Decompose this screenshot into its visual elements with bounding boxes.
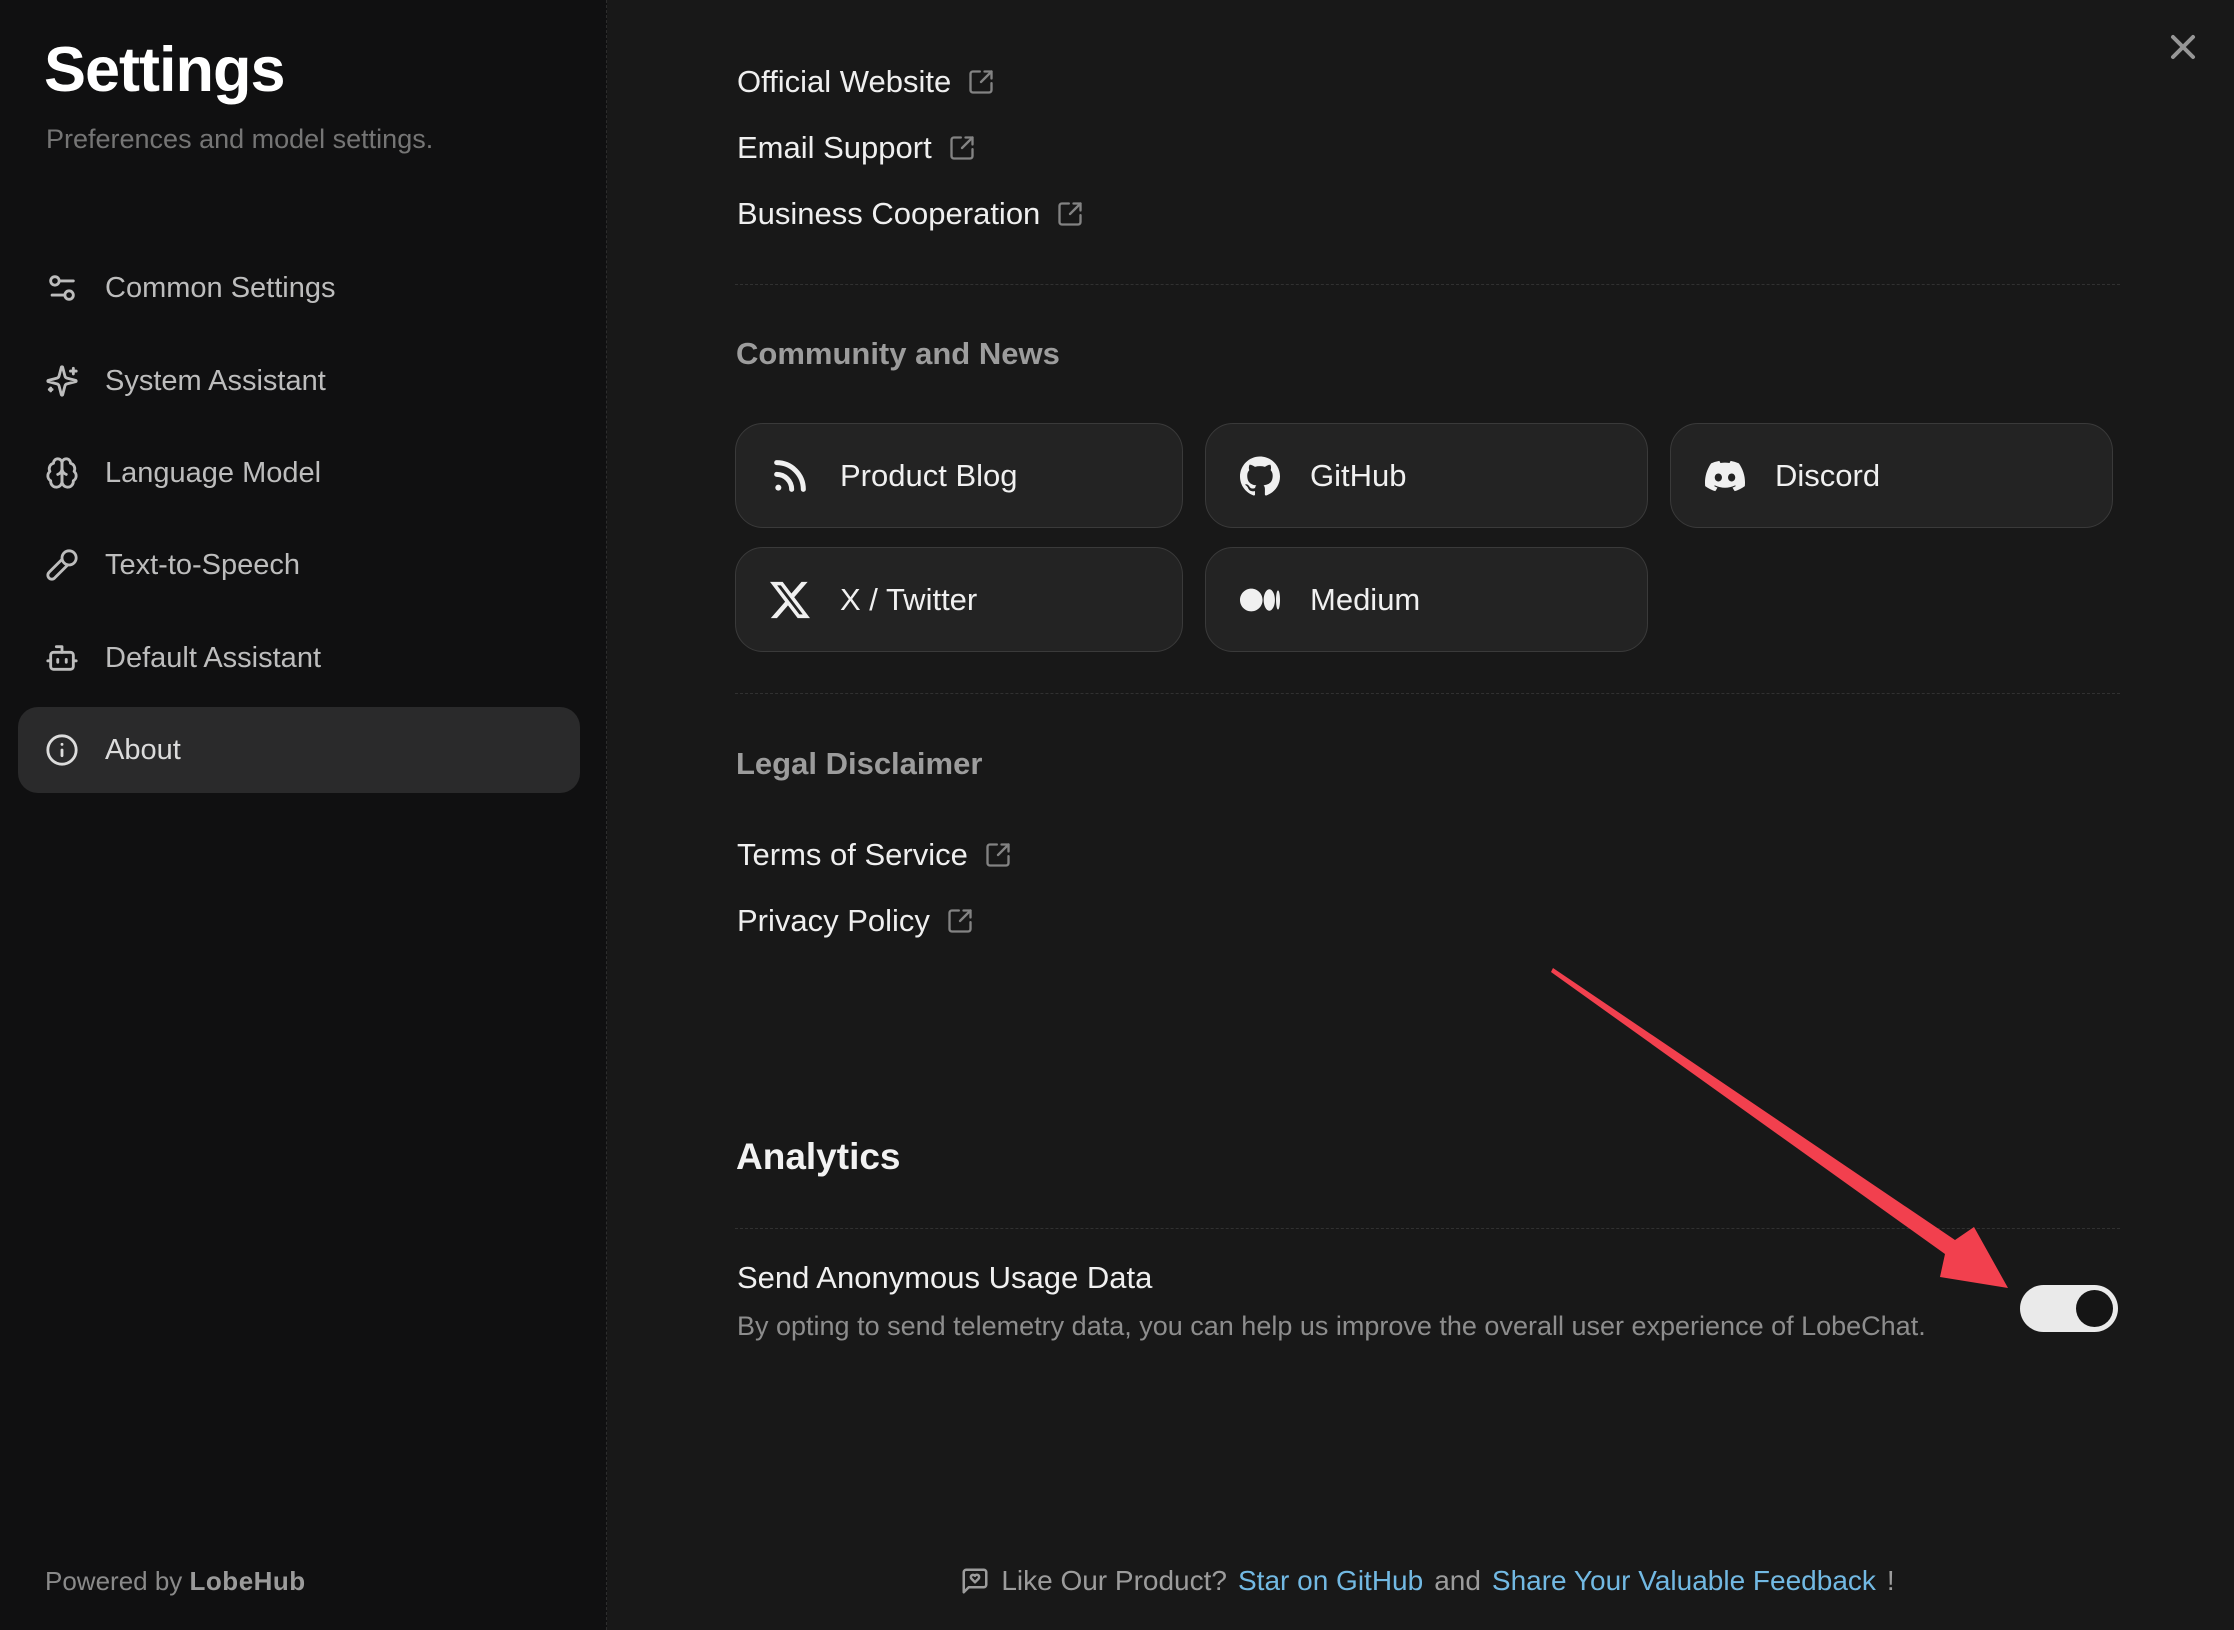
brain-icon: [45, 456, 79, 490]
mic-icon: [45, 548, 79, 582]
settings-modal: Settings Preferences and model settings.…: [0, 0, 2234, 1630]
sidebar-item-label: Default Assistant: [105, 642, 321, 675]
link-label: Email Support: [737, 130, 932, 166]
powered-by: Powered by LobeHub: [45, 1566, 306, 1597]
contact-us-heading: Contact Us: [737, 0, 901, 6]
info-icon: [45, 733, 79, 767]
discord-button[interactable]: Discord: [1670, 423, 2113, 528]
medium-icon: [1240, 580, 1280, 620]
privacy-policy-link[interactable]: Privacy Policy: [737, 901, 974, 941]
close-button[interactable]: [2163, 27, 2203, 67]
close-icon: [2163, 27, 2203, 67]
link-label: Business Cooperation: [737, 196, 1040, 232]
email-support-link[interactable]: Email Support: [737, 128, 976, 168]
x-twitter-button[interactable]: X / Twitter: [735, 547, 1183, 652]
footer-middle: and: [1434, 1565, 1481, 1597]
sidebar-item-common-settings[interactable]: Common Settings: [18, 245, 580, 331]
sidebar-item-language-model[interactable]: Language Model: [18, 430, 580, 516]
external-link-icon: [967, 68, 995, 96]
sidebar-item-system-assistant[interactable]: System Assistant: [18, 338, 580, 424]
button-label: Product Blog: [840, 458, 1018, 494]
sidebar-item-label: About: [105, 734, 181, 767]
section-divider: [735, 1228, 2120, 1229]
business-cooperation-link[interactable]: Business Cooperation: [737, 194, 1084, 234]
share-feedback-link[interactable]: Share Your Valuable Feedback: [1492, 1565, 1876, 1597]
message-square-heart-icon: [960, 1566, 990, 1596]
sidebar-item-about[interactable]: About: [18, 707, 580, 793]
footer-suffix: !: [1887, 1565, 1895, 1597]
terms-of-service-link[interactable]: Terms of Service: [737, 835, 1012, 875]
toggle-knob: [2076, 1290, 2113, 1327]
usage-data-toggle[interactable]: [2020, 1285, 2118, 1332]
page-subtitle: Preferences and model settings.: [46, 124, 433, 155]
link-label: Privacy Policy: [737, 903, 930, 939]
button-label: Discord: [1775, 458, 1880, 494]
sidebar-item-label: Text-to-Speech: [105, 549, 300, 582]
settings-sidebar: Settings Preferences and model settings.…: [0, 0, 607, 1630]
sidebar-item-label: Language Model: [105, 457, 321, 490]
external-link-icon: [946, 907, 974, 935]
star-on-github-link[interactable]: Star on GitHub: [1238, 1565, 1423, 1597]
bot-icon: [45, 641, 79, 675]
sidebar-item-label: Common Settings: [105, 272, 336, 305]
page-title: Settings: [44, 34, 285, 106]
discord-icon: [1705, 456, 1745, 496]
legal-heading: Legal Disclaimer: [736, 746, 982, 782]
lobehub-brand: LobeHub: [190, 1566, 306, 1596]
github-button[interactable]: GitHub: [1205, 423, 1648, 528]
github-icon: [1240, 456, 1280, 496]
powered-by-prefix: Powered by: [45, 1566, 182, 1596]
external-link-icon: [1056, 200, 1084, 228]
footer-prefix: Like Our Product?: [1001, 1565, 1227, 1597]
product-blog-button[interactable]: Product Blog: [735, 423, 1183, 528]
sidebar-item-text-to-speech[interactable]: Text-to-Speech: [18, 522, 580, 608]
button-label: X / Twitter: [840, 582, 977, 618]
section-divider: [735, 284, 2120, 285]
external-link-icon: [984, 841, 1012, 869]
sidebar-item-default-assistant[interactable]: Default Assistant: [18, 615, 580, 701]
usage-data-label: Send Anonymous Usage Data: [737, 1260, 1152, 1296]
button-label: GitHub: [1310, 458, 1406, 494]
community-heading: Community and News: [736, 336, 1060, 372]
analytics-heading: Analytics: [736, 1136, 901, 1178]
usage-data-description: By opting to send telemetry data, you ca…: [737, 1311, 1926, 1342]
feedback-footer: Like Our Product? Star on GitHub and Sha…: [735, 1560, 2120, 1602]
sidebar-item-label: System Assistant: [105, 365, 326, 398]
rss-icon: [770, 456, 810, 496]
official-website-link[interactable]: Official Website: [737, 62, 995, 102]
medium-button[interactable]: Medium: [1205, 547, 1648, 652]
section-divider: [735, 693, 2120, 694]
button-label: Medium: [1310, 582, 1420, 618]
external-link-icon: [948, 134, 976, 162]
link-label: Terms of Service: [737, 837, 968, 873]
sparkles-icon: [45, 364, 79, 398]
link-label: Official Website: [737, 64, 951, 100]
x-twitter-icon: [770, 580, 810, 620]
sliders-icon: [45, 271, 79, 305]
